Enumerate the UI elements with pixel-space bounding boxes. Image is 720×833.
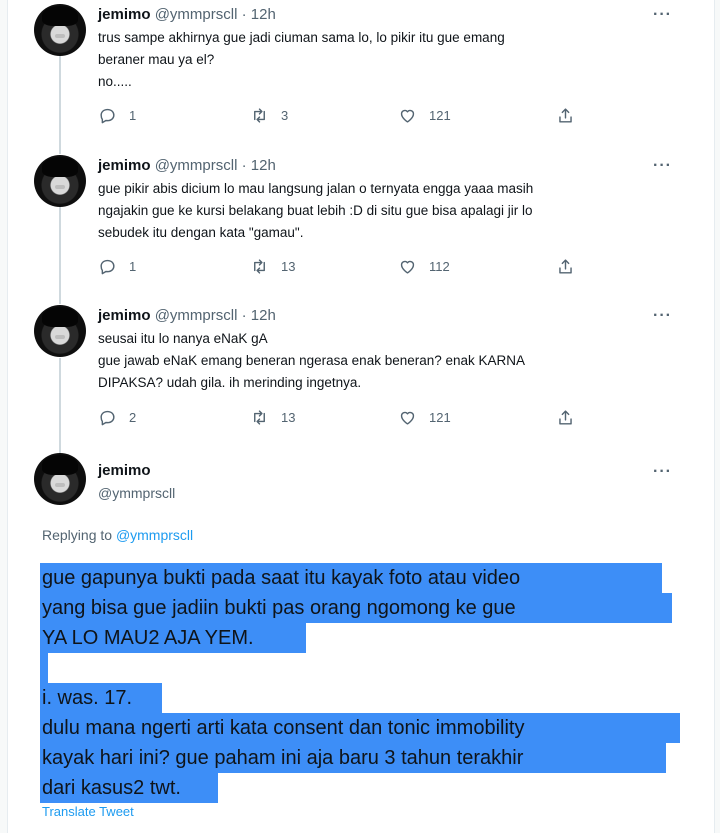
avatar[interactable] [34, 155, 86, 207]
retweet-icon [250, 408, 269, 427]
author-name[interactable]: jemimo [98, 307, 151, 324]
reply-button[interactable]: 1 [98, 106, 250, 125]
retweet-count: 13 [281, 409, 296, 425]
reply-count: 1 [129, 258, 137, 274]
like-button[interactable]: 121 [398, 106, 556, 125]
tweet-text-line: dari kasus2 twt. [42, 777, 181, 799]
translate-tweet-link[interactable]: Translate Tweet [42, 804, 134, 819]
heart-icon [398, 408, 417, 427]
tweet-header: jemimo @ymmprscll · 12h [98, 157, 276, 174]
share-icon [556, 257, 575, 276]
tweet-time[interactable]: 12h [251, 6, 276, 23]
more-dots-icon[interactable]: ··· [653, 158, 672, 174]
like-button[interactable]: 112 [398, 257, 556, 276]
tweet-text-line: i. was. 17. [42, 687, 133, 709]
reply-button[interactable]: 1 [98, 257, 250, 276]
like-count: 121 [429, 409, 451, 425]
tweet-text: gue pikir abis dicium lo mau langsung ja… [98, 181, 534, 240]
replying-mention-link[interactable]: @ymmprscll [116, 527, 193, 543]
share-button[interactable] [556, 106, 575, 125]
tweet-text: seusai itu lo nanya eNaK gA gue jawab eN… [98, 331, 526, 390]
separator-dot: · [241, 157, 247, 174]
retweet-button[interactable]: 3 [250, 106, 398, 125]
retweet-button[interactable]: 13 [250, 257, 398, 276]
reply-icon [98, 106, 117, 125]
avatar[interactable] [34, 4, 86, 56]
tweet-header: jemimo @ymmprscll · 12h [98, 307, 276, 324]
tweet-text-line: yang bisa gue jadiin bukti pas orang ngo… [42, 597, 516, 619]
like-count: 112 [429, 258, 450, 274]
author-handle[interactable]: @ymmprscll [155, 157, 238, 174]
more-dots-icon[interactable]: ··· [653, 464, 672, 480]
heart-icon [398, 257, 417, 276]
thread-line [59, 358, 61, 454]
retweet-count: 13 [281, 258, 296, 274]
tweet-text-line: kayak hari ini? gue paham ini aja baru 3… [42, 747, 524, 769]
share-button[interactable] [556, 257, 575, 276]
tweet-actions: 2 13 121 [98, 407, 660, 427]
like-button[interactable]: 121 [398, 408, 556, 427]
tweet-text-line: dulu mana ngerti arti kata consent dan t… [42, 717, 525, 739]
heart-icon [398, 106, 417, 125]
retweet-button[interactable]: 13 [250, 408, 398, 427]
retweet-icon [250, 257, 269, 276]
author-handle[interactable]: @ymmprscll [98, 485, 175, 501]
reply-icon [98, 257, 117, 276]
retweet-icon [250, 106, 269, 125]
replying-label: Replying to [42, 527, 113, 543]
like-count: 121 [429, 107, 451, 123]
separator-dot: · [241, 6, 247, 23]
reply-button[interactable]: 2 [98, 408, 250, 427]
more-dots-icon[interactable]: ··· [653, 7, 672, 23]
thread-line [59, 206, 61, 304]
author-handle[interactable]: @ymmprscll [155, 307, 238, 324]
share-icon [556, 106, 575, 125]
share-button[interactable] [556, 408, 575, 427]
author-name[interactable]: jemimo [98, 6, 151, 23]
window-frame-left [0, 0, 8, 833]
window-frame-right [714, 0, 720, 833]
more-dots-icon[interactable]: ··· [653, 308, 672, 324]
thread-line [59, 54, 61, 154]
reply-icon [98, 408, 117, 427]
reply-count: 1 [129, 107, 137, 123]
author-name[interactable]: jemimo [98, 157, 151, 174]
tweet-time[interactable]: 12h [251, 157, 276, 174]
tweet-text-line: gue gapunya bukti pada saat itu kayak fo… [42, 567, 521, 589]
tweet-actions: 1 13 112 [98, 256, 660, 276]
avatar[interactable] [34, 305, 86, 357]
separator-dot: · [241, 307, 247, 324]
author-handle[interactable]: @ymmprscll [155, 6, 238, 23]
tweet-text-line: YA LO MAU2 AJA YEM. [42, 627, 254, 649]
tweet-time[interactable]: 12h [251, 307, 276, 324]
tweet-header: jemimo @ymmprscll · 12h [98, 6, 276, 23]
avatar[interactable] [34, 453, 86, 505]
reply-count: 2 [129, 409, 137, 425]
retweet-count: 3 [281, 107, 289, 123]
tweet-actions: 1 3 121 [98, 105, 660, 125]
replying-to: Replying to @ymmprscll [42, 527, 193, 543]
tweet-text: trus sampe akhirnya gue jadi ciuman sama… [98, 30, 505, 89]
share-icon [556, 408, 575, 427]
author-name[interactable]: jemimo [98, 462, 151, 479]
selection-highlight [40, 653, 48, 683]
